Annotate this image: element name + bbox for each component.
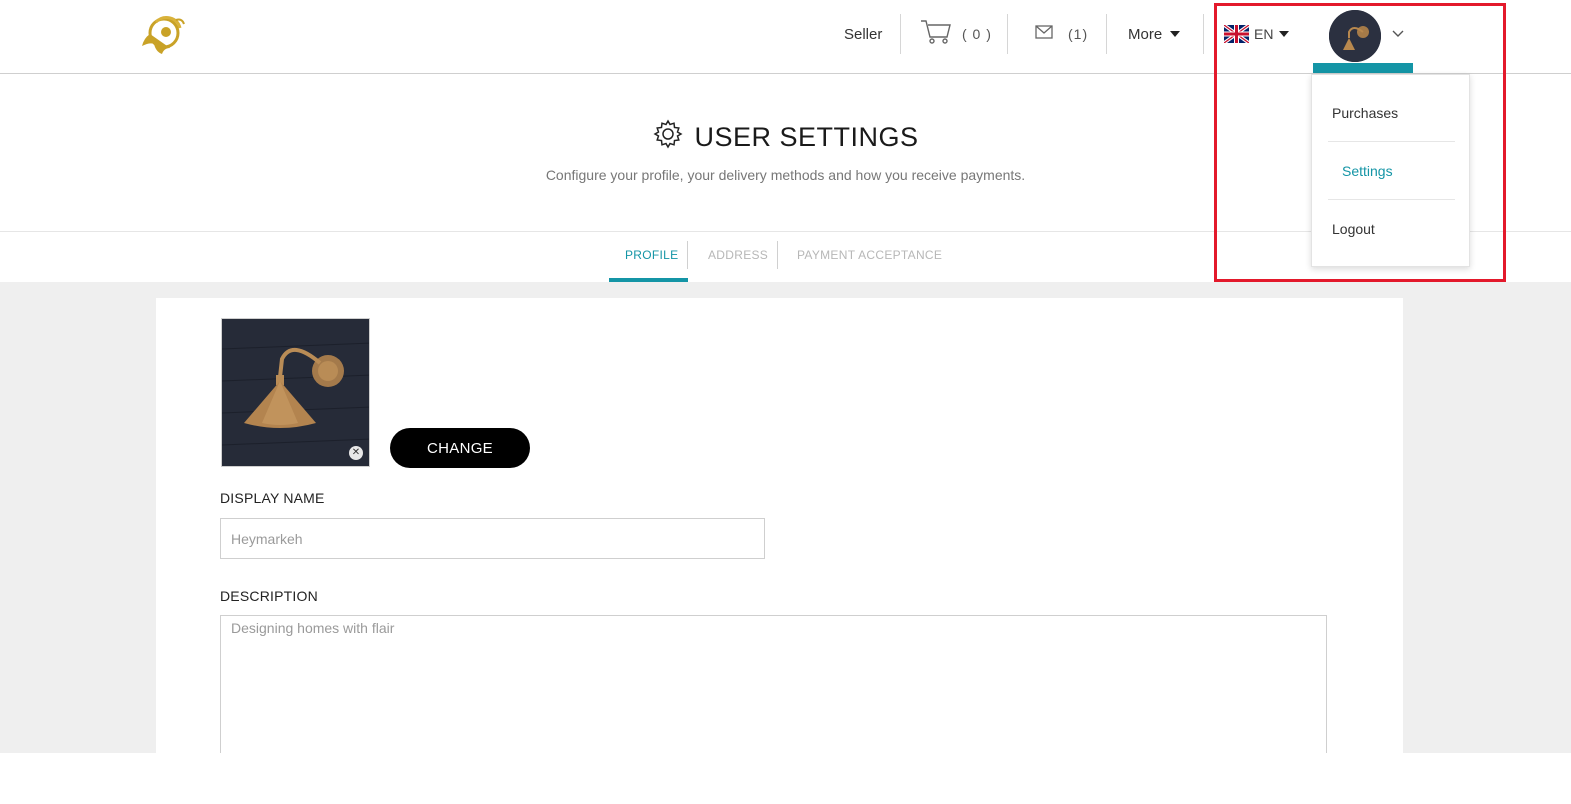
display-name-input[interactable] (220, 518, 765, 559)
nav-divider (1203, 14, 1204, 54)
nav-divider (1106, 14, 1107, 54)
description-textarea[interactable] (220, 615, 1327, 765)
shopping-cart-icon (920, 19, 952, 49)
more-menu-button[interactable]: More (1128, 14, 1181, 54)
caret-down-icon (1279, 31, 1290, 37)
tab-payment-acceptance[interactable]: PAYMENT ACCEPTANCE (797, 248, 942, 262)
user-dropdown-menu: Purchases Settings Logout (1311, 74, 1470, 267)
cart-count: ( 0 ) (962, 26, 992, 42)
menu-item-logout[interactable]: Logout (1332, 221, 1375, 237)
menu-item-purchases[interactable]: Purchases (1332, 105, 1398, 121)
seller-link[interactable]: Seller (844, 14, 882, 54)
change-image-button[interactable]: CHANGE (390, 428, 530, 468)
seller-label: Seller (844, 25, 883, 43)
menu-divider (1328, 199, 1455, 200)
chevron-down-icon[interactable] (1390, 27, 1406, 39)
user-menu-active-indicator (1313, 63, 1413, 73)
profile-image[interactable]: ✕ (221, 318, 370, 467)
language-selector[interactable]: EN (1222, 14, 1290, 54)
menu-divider (1328, 141, 1455, 142)
caret-down-icon (1170, 31, 1181, 37)
tab-profile[interactable]: PROFILE (625, 248, 678, 262)
display-name-label: DISPLAY NAME (220, 490, 325, 506)
envelope-icon (1035, 25, 1053, 43)
menu-item-settings[interactable]: Settings (1342, 163, 1393, 179)
more-label: More (1128, 25, 1163, 43)
user-avatar[interactable] (1329, 10, 1381, 62)
messages-count: (1) (1068, 26, 1089, 42)
page-bottom (0, 753, 1571, 804)
language-label: EN (1254, 26, 1274, 42)
tab-divider (687, 241, 688, 269)
description-label: DESCRIPTION (220, 588, 318, 604)
page-title-text: USER SETTINGS (694, 122, 919, 152)
wall-lamp-photo (222, 319, 369, 466)
messages-link[interactable]: (1) (1035, 14, 1088, 54)
nav-divider (1007, 14, 1008, 54)
gear-icon (652, 118, 684, 157)
page-title: USER SETTINGS (652, 118, 918, 157)
cart-link[interactable]: ( 0 ) (920, 14, 992, 54)
nav-divider (900, 14, 901, 54)
tab-divider (777, 241, 778, 269)
top-navbar: Seller ( 0 ) (1) More EN (0, 0, 1571, 74)
remove-image-icon[interactable]: ✕ (349, 446, 363, 460)
tab-address[interactable]: ADDRESS (708, 248, 768, 262)
lion-logo-icon[interactable] (136, 12, 188, 58)
wall-lamp-avatar-icon (1329, 10, 1381, 62)
uk-flag-icon (1222, 23, 1251, 45)
